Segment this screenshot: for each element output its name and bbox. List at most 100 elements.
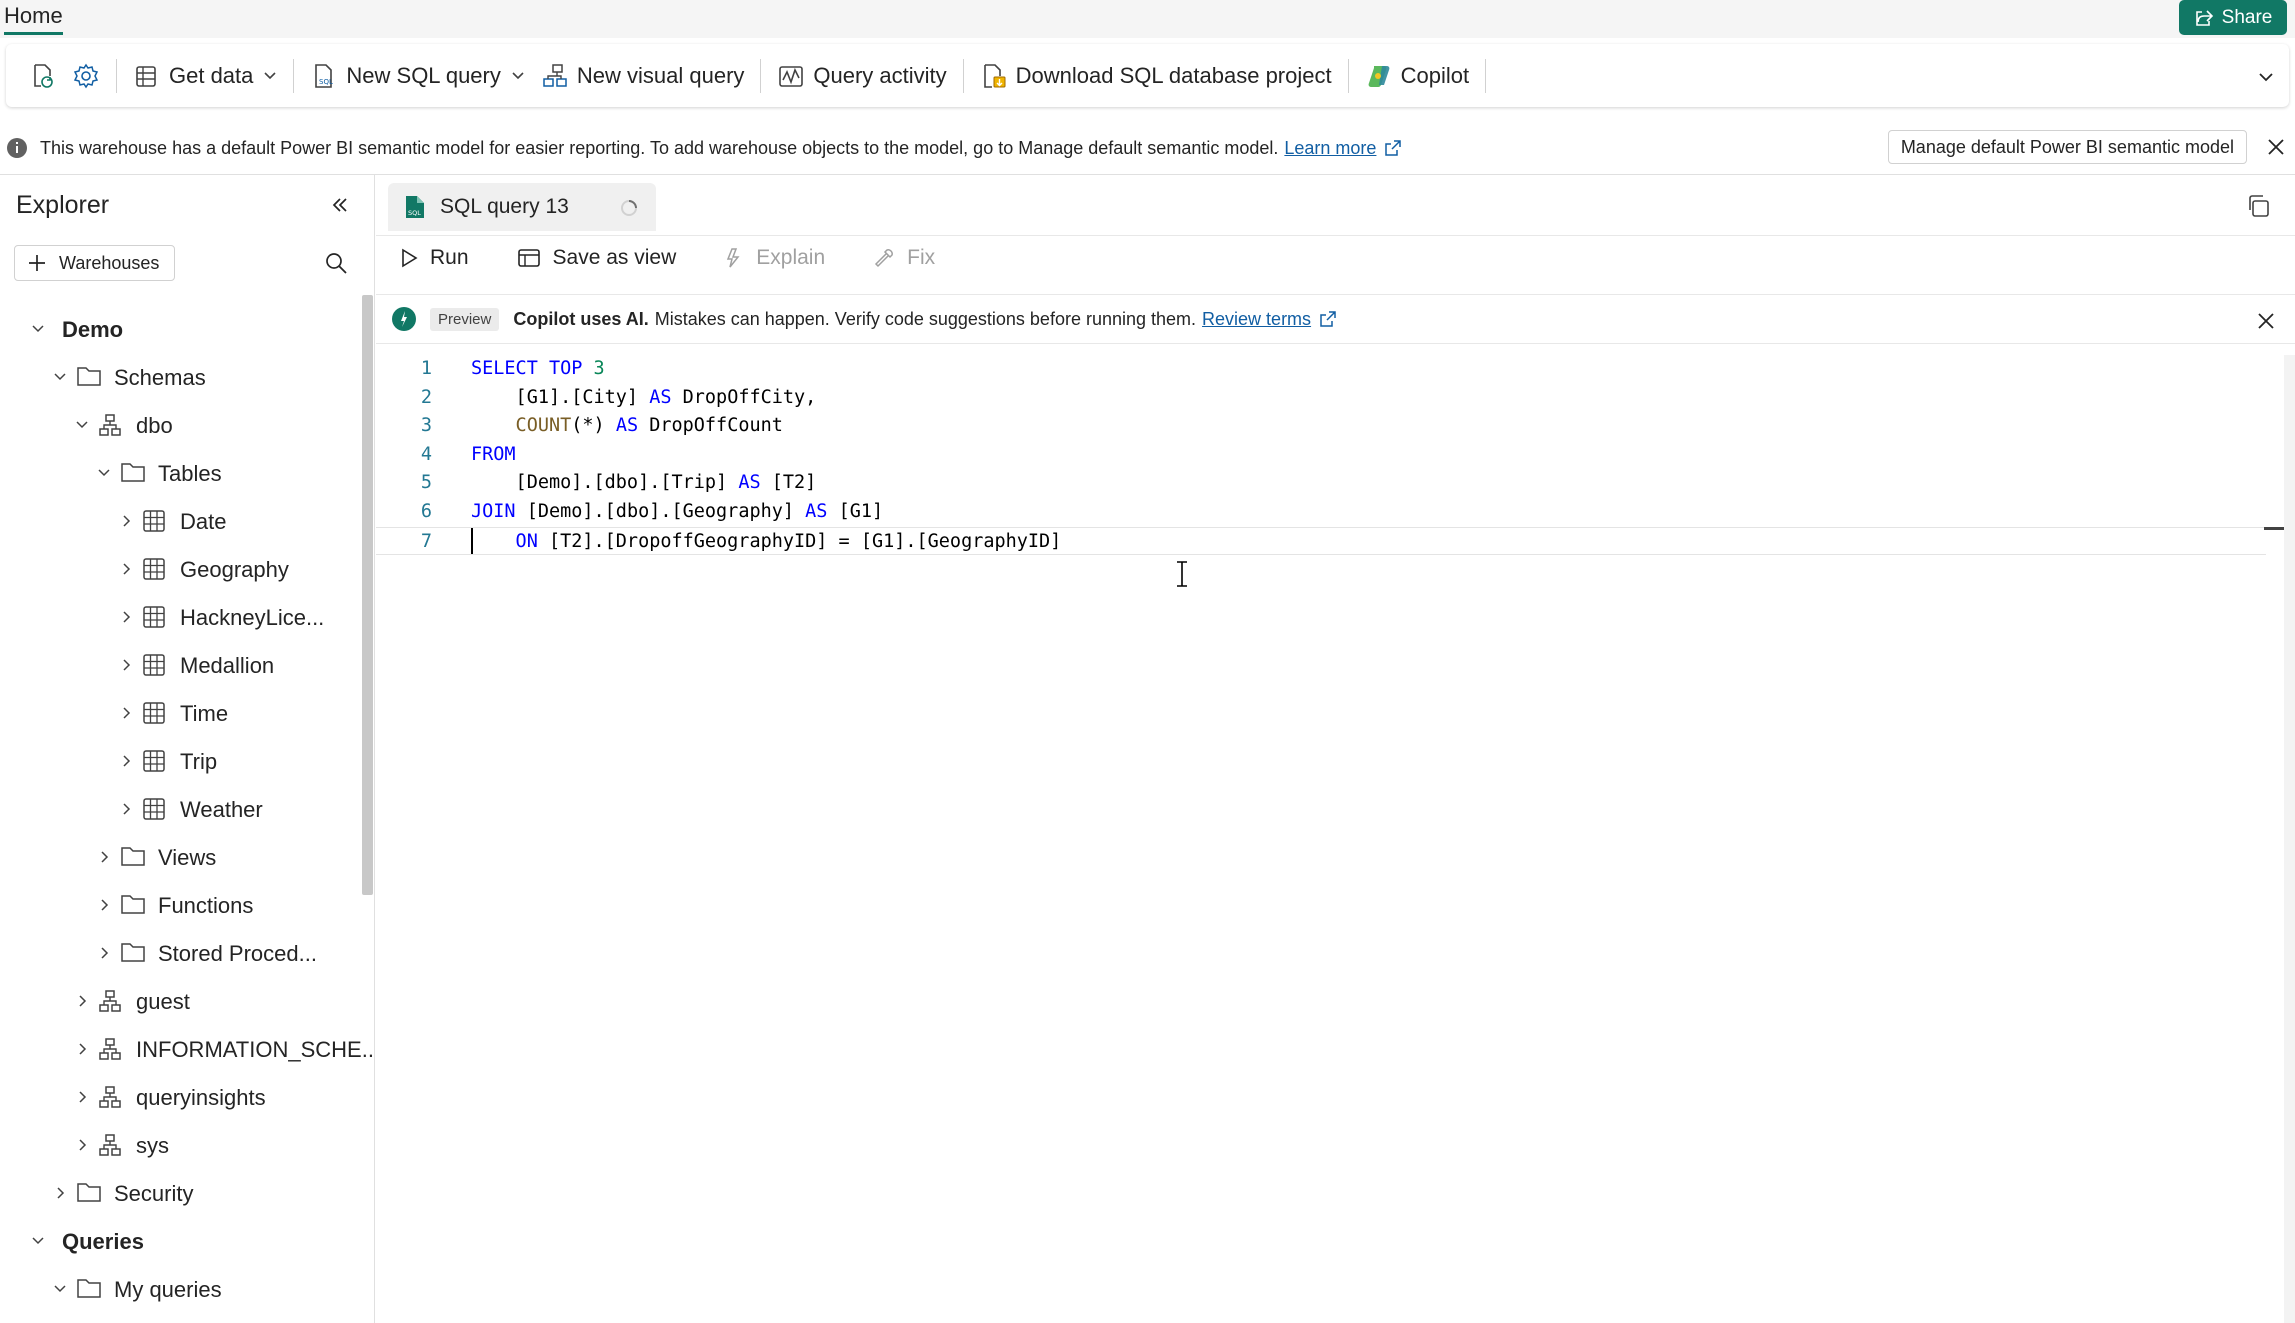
ribbon-toolbar: Get data SQL New SQL query New visual qu…	[6, 44, 2289, 107]
chevron-down-icon[interactable]	[53, 370, 67, 384]
ribbon-expand-button[interactable]	[2257, 68, 2275, 86]
new-visual-query-label: New visual query	[576, 62, 745, 88]
tree-item-guest[interactable]: guest	[0, 977, 360, 1025]
tree-item-queries[interactable]: Queries	[0, 1217, 360, 1265]
tree-item-schemas[interactable]: Schemas	[0, 353, 360, 401]
download-project-button[interactable]: Download SQL database project	[972, 54, 1340, 98]
tab-sql-query[interactable]: SQL SQL query 13	[388, 183, 656, 231]
tree-item-security[interactable]: Security	[0, 1169, 360, 1217]
tree-item-label: Geography	[180, 557, 289, 582]
sql-code-editor[interactable]: 1 SELECT TOP 32 [G1].[City] AS DropOffCit…	[376, 355, 2266, 556]
chevron-down-icon	[2257, 68, 2275, 86]
tree-item-information-sche[interactable]: INFORMATION_SCHE...	[0, 1025, 374, 1073]
tree-item-date[interactable]: Date	[0, 497, 360, 545]
query-activity-button[interactable]: Query activity	[769, 54, 954, 98]
tree-item-medallion[interactable]: Medallion	[0, 641, 360, 689]
code-line[interactable]: 3 COUNT(*) AS DropOffCount	[376, 412, 2266, 441]
chevron-right-icon[interactable]	[75, 994, 89, 1008]
tree-item-demo[interactable]: Demo	[0, 305, 360, 353]
query-tab-title: SQL query 13	[440, 195, 569, 218]
tree-item-functions[interactable]: Functions	[0, 881, 360, 929]
tree-item-tables[interactable]: Tables	[0, 449, 360, 497]
tree-item-sys[interactable]: sys	[0, 1121, 360, 1169]
folder-icon	[120, 845, 146, 867]
chevron-right-icon[interactable]	[75, 1138, 89, 1152]
tree-item-hackneylice[interactable]: HackneyLice...	[0, 593, 360, 641]
chevron-right-icon[interactable]	[119, 802, 133, 816]
tree-item-views[interactable]: Views	[0, 833, 360, 881]
chevron-right-icon[interactable]	[97, 898, 111, 912]
line-number: 4	[420, 443, 432, 465]
code-line[interactable]: 1 SELECT TOP 3	[376, 355, 2266, 384]
external-link-icon	[1319, 310, 1337, 328]
folder-icon	[120, 461, 146, 483]
new-visual-query-button[interactable]: New visual query	[533, 54, 753, 98]
chevron-right-icon[interactable]	[75, 1090, 89, 1104]
tree-item-label: Queries	[62, 1229, 144, 1254]
svg-text:SQL: SQL	[319, 78, 333, 86]
tree-item-dbo[interactable]: dbo	[0, 401, 360, 449]
chevron-down-icon[interactable]	[53, 1282, 67, 1296]
share-button[interactable]: Share	[2179, 0, 2287, 35]
run-button[interactable]: Run	[400, 246, 469, 270]
code-line[interactable]: 2 [G1].[City] AS DropOffCity,	[376, 384, 2266, 413]
close-copilot-notice-button[interactable]	[2257, 312, 2275, 330]
save-as-view-button[interactable]: Save as view	[517, 246, 676, 270]
tree-item-my-queries[interactable]: My queries	[0, 1265, 360, 1313]
copilot-button[interactable]: Copilot	[1357, 54, 1477, 98]
tree-item-label: My queries	[114, 1277, 222, 1302]
tree-item-label: guest	[136, 989, 190, 1014]
get-data-button[interactable]: Get data	[125, 54, 285, 98]
chevron-right-icon[interactable]	[53, 1186, 67, 1200]
new-sql-query-button[interactable]: SQL New SQL query	[302, 54, 532, 98]
fix-button[interactable]: Fix	[873, 246, 935, 270]
tree-item-label: Schemas	[114, 365, 206, 390]
tree-item-geography[interactable]: Geography	[0, 545, 360, 593]
chevron-right-icon[interactable]	[97, 946, 111, 960]
code-line[interactable]: 6 JOIN [Demo].[dbo].[Geography] AS [G1]	[376, 498, 2266, 527]
chevron-down-icon[interactable]	[31, 322, 45, 336]
chevron-right-icon[interactable]	[119, 706, 133, 720]
add-warehouses-button[interactable]: Warehouses	[14, 245, 175, 281]
tree-item-stored-proced[interactable]: Stored Proced...	[0, 929, 360, 977]
code-line[interactable]: 7 ON [T2].[DropoffGeographyID] = [G1].[G…	[376, 526, 2266, 556]
chevron-right-icon[interactable]	[119, 754, 133, 768]
chevron-down-icon[interactable]	[97, 466, 111, 480]
code-token: AS	[805, 500, 828, 522]
code-token: 3	[593, 358, 605, 379]
tree-item-label: Tables	[158, 461, 222, 486]
refresh-button[interactable]	[20, 54, 64, 98]
tree-item-weather[interactable]: Weather	[0, 785, 360, 833]
code-line[interactable]: 4 FROM	[376, 441, 2266, 470]
explain-button[interactable]: Explain	[724, 246, 825, 270]
editor-scrollbar[interactable]	[2284, 355, 2295, 1323]
chevron-right-icon[interactable]	[119, 562, 133, 576]
object-tree: Demo Schemas dbo Tables Date Geography Hackney…	[0, 305, 374, 1313]
tree-item-label: Trip	[180, 749, 218, 774]
ribbon-separator	[116, 58, 117, 93]
chevron-right-icon[interactable]	[119, 514, 133, 528]
tree-item-time[interactable]: Time	[0, 689, 360, 737]
chevron-right-icon[interactable]	[119, 658, 133, 672]
code-token: COUNT	[471, 415, 572, 437]
tree-item-trip[interactable]: Trip	[0, 737, 360, 785]
tab-home[interactable]: Home	[4, 3, 63, 35]
learn-more-link[interactable]: Learn more	[1284, 138, 1376, 159]
collapse-explorer-button[interactable]	[330, 195, 350, 215]
chevron-down-icon[interactable]	[75, 418, 89, 432]
search-button[interactable]	[324, 251, 348, 275]
copy-button[interactable]	[2245, 193, 2271, 219]
explorer-scrollbar[interactable]	[362, 295, 373, 895]
chevron-down-icon[interactable]	[31, 1234, 45, 1248]
chevron-right-icon[interactable]	[75, 1042, 89, 1056]
chevron-right-icon[interactable]	[119, 610, 133, 624]
chevron-right-icon[interactable]	[97, 850, 111, 864]
settings-button[interactable]	[64, 54, 108, 98]
sql-file-icon: SQL	[404, 194, 426, 220]
close-banner-button[interactable]	[2267, 138, 2285, 156]
manage-semantic-model-button[interactable]: Manage default Power BI semantic model	[1887, 130, 2247, 164]
review-terms-link[interactable]: Review terms	[1202, 309, 1311, 330]
code-line[interactable]: 5 [Demo].[dbo].[Trip] AS [T2]	[376, 469, 2266, 498]
tree-item-queryinsights[interactable]: queryinsights	[0, 1073, 360, 1121]
double-chevron-left-icon	[330, 195, 350, 215]
